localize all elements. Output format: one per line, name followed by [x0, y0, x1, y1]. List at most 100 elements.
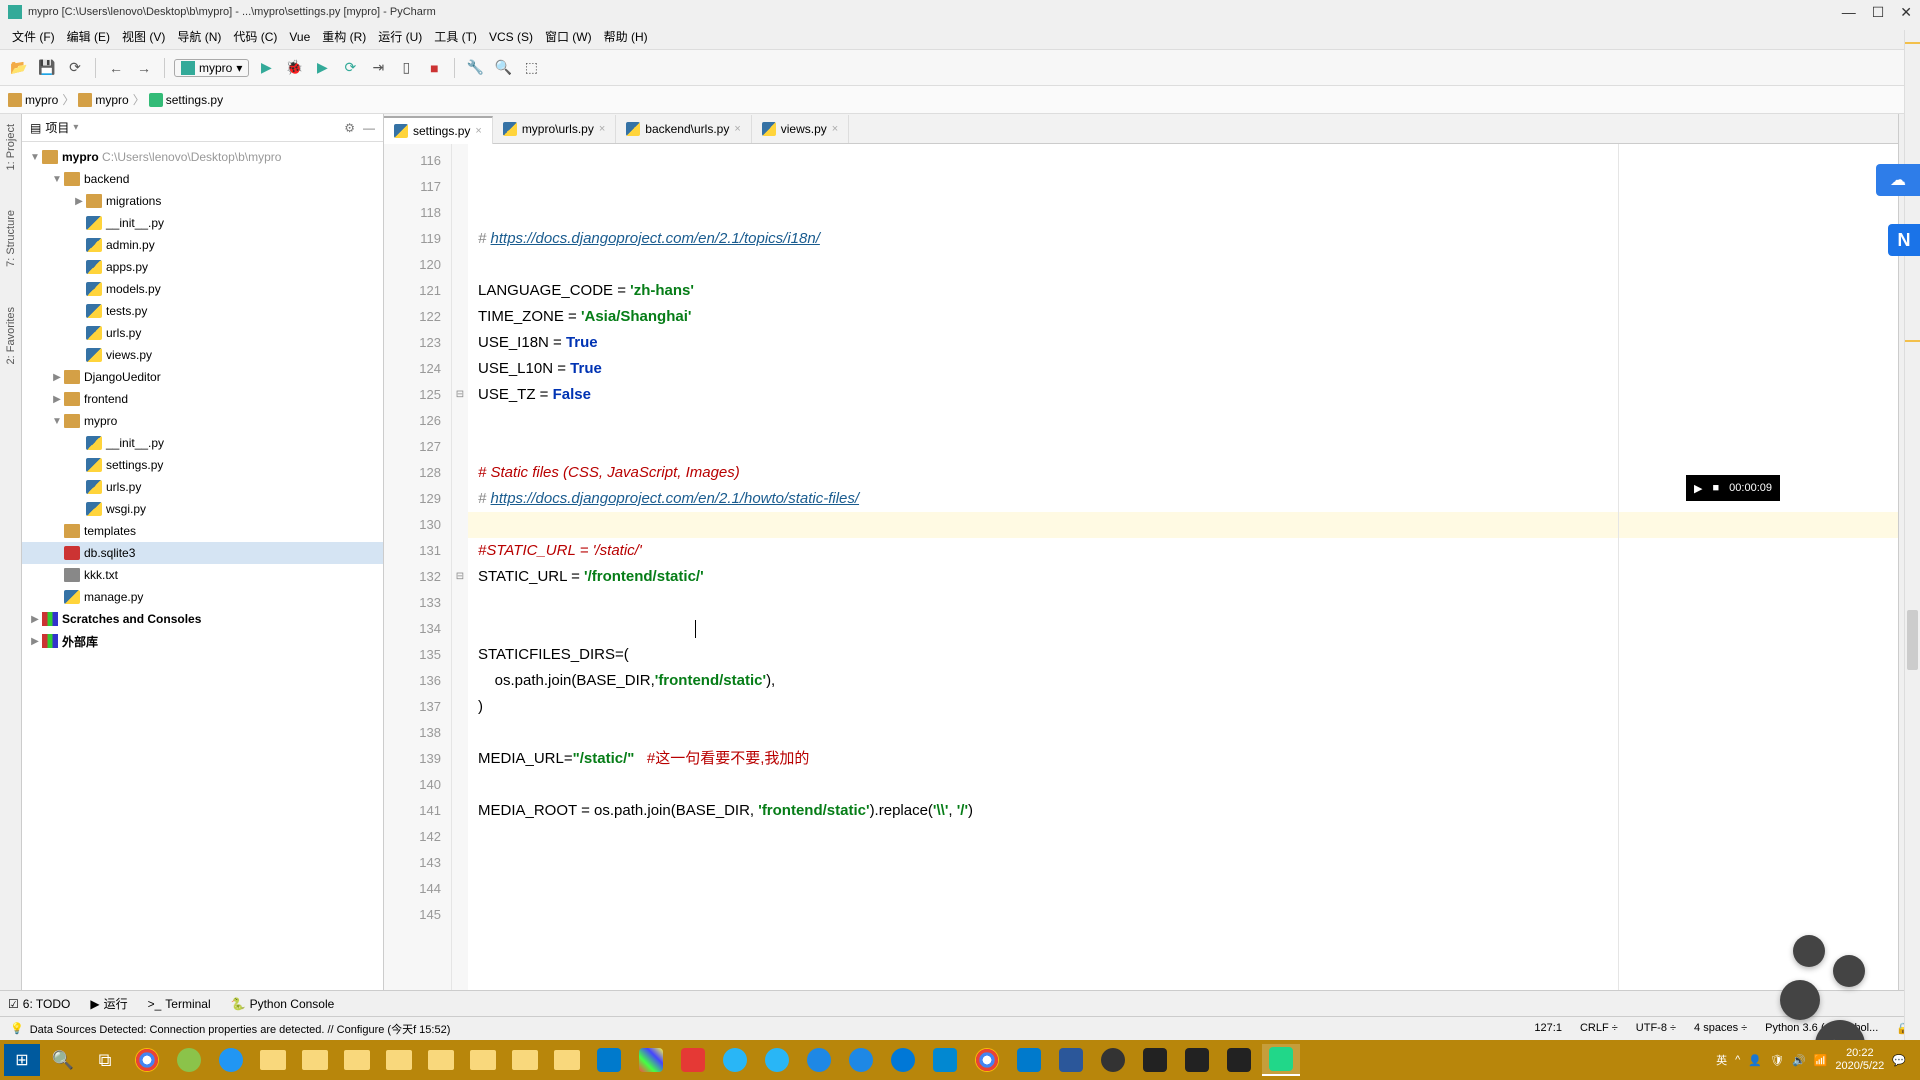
tree-arrow-icon[interactable]: ▶	[72, 196, 86, 207]
minimize-button[interactable]: —	[1842, 4, 1856, 21]
code-line[interactable]: os.path.join(BASE_DIR,'frontend/static')…	[478, 668, 1898, 694]
code-line[interactable]: STATIC_URL = '/frontend/static/'	[478, 564, 1898, 590]
stop-icon[interactable]: ■	[1713, 482, 1720, 494]
vscode-icon[interactable]	[590, 1044, 628, 1076]
app-icon[interactable]	[170, 1044, 208, 1076]
breadcrumb-item[interactable]: settings.py	[149, 93, 223, 107]
breadcrumb-item[interactable]: mypro	[78, 93, 128, 107]
tree-item[interactable]: settings.py	[22, 454, 383, 476]
code-line[interactable]	[478, 902, 1898, 928]
code-line[interactable]: # https://docs.djangoproject.com/en/2.1/…	[478, 226, 1898, 252]
stop-icon[interactable]: ■	[423, 57, 445, 79]
code-line[interactable]	[478, 772, 1898, 798]
close-button[interactable]: ✕	[1900, 4, 1912, 21]
tree-item[interactable]: ▶frontend	[22, 388, 383, 410]
folder-icon[interactable]	[464, 1044, 502, 1076]
cloud-badge-icon[interactable]: ☁	[1876, 164, 1920, 196]
folder-icon[interactable]	[422, 1044, 460, 1076]
code-line[interactable]: )	[478, 694, 1898, 720]
app-icon[interactable]	[632, 1044, 670, 1076]
editor-tab[interactable]: settings.py×	[384, 116, 493, 144]
tree-item[interactable]: db.sqlite3	[22, 542, 383, 564]
tree-item[interactable]: ▼mypro	[22, 410, 383, 432]
menu-item[interactable]: 文件 (F)	[8, 26, 59, 47]
editor-tab[interactable]: views.py×	[752, 115, 849, 143]
search-icon[interactable]: 🔍	[492, 57, 514, 79]
tree-item[interactable]: urls.py	[22, 322, 383, 344]
folder-icon[interactable]	[548, 1044, 586, 1076]
menu-item[interactable]: 工具 (T)	[430, 26, 481, 47]
code-line[interactable]: USE_L10N = True	[478, 356, 1898, 382]
run-config-selector[interactable]: mypro ▾	[174, 59, 249, 77]
code-line[interactable]	[478, 876, 1898, 902]
project-panel-header[interactable]: ▤ 项目 ▾ ⚙ —	[22, 114, 383, 142]
tray-security-icon[interactable]: 🛡	[1770, 1054, 1784, 1067]
search-button[interactable]: 🔍	[44, 1044, 82, 1076]
edge-icon[interactable]	[884, 1044, 922, 1076]
toolwindow-tab[interactable]: 2: Favorites	[5, 307, 17, 364]
code-content[interactable]: # https://docs.djangoproject.com/en/2.1/…	[468, 144, 1898, 990]
wrench-icon[interactable]: 🔧	[464, 57, 486, 79]
tree-item[interactable]: ▼backend	[22, 168, 383, 190]
forward-icon[interactable]: →	[133, 57, 155, 79]
code-line[interactable]: STATICFILES_DIRS=(	[478, 642, 1898, 668]
chrome-icon[interactable]	[968, 1044, 1006, 1076]
tray-network-icon[interactable]: 🔊	[1792, 1054, 1806, 1067]
tree-item[interactable]: templates	[22, 520, 383, 542]
app-icon[interactable]	[674, 1044, 712, 1076]
bottom-tool-tab[interactable]: ☑6: TODO	[8, 997, 70, 1011]
terminal-icon[interactable]	[1136, 1044, 1174, 1076]
code-line[interactable]	[478, 954, 1898, 980]
folder-icon[interactable]	[506, 1044, 544, 1076]
profile-icon[interactable]: ⟳	[339, 57, 361, 79]
status-field[interactable]: UTF-8 ÷	[1636, 1022, 1676, 1035]
tree-arrow-icon[interactable]: ▼	[50, 416, 64, 427]
n-badge-icon[interactable]: N	[1888, 224, 1920, 256]
gear-icon[interactable]: ⚙	[344, 121, 355, 135]
code-line[interactable]: MEDIA_URL="/static/" #这一句看要不要,我加的	[478, 746, 1898, 772]
folder-icon[interactable]	[254, 1044, 292, 1076]
status-message[interactable]: Data Sources Detected: Connection proper…	[30, 1021, 451, 1037]
start-button[interactable]: ⊞	[4, 1044, 40, 1076]
open-icon[interactable]: 📂	[8, 57, 30, 79]
tree-item[interactable]: ▶Scratches and Consoles	[22, 608, 383, 630]
tray-clock[interactable]: 20:22 2020/5/22	[1835, 1047, 1884, 1073]
editor-tab[interactable]: backend\urls.py×	[616, 115, 751, 143]
menu-item[interactable]: 帮助 (H)	[600, 26, 652, 47]
close-tab-icon[interactable]: ×	[475, 125, 481, 137]
menu-item[interactable]: VCS (S)	[485, 28, 537, 46]
assist-button-1[interactable]	[1793, 935, 1825, 967]
app-icon[interactable]	[212, 1044, 250, 1076]
tree-arrow-icon[interactable]: ▼	[28, 152, 42, 163]
tree-item[interactable]: admin.py	[22, 234, 383, 256]
bottom-tool-tab[interactable]: 🐍Python Console	[231, 997, 335, 1011]
terminal-icon[interactable]	[1220, 1044, 1258, 1076]
menu-item[interactable]: 运行 (U)	[374, 26, 426, 47]
tree-item[interactable]: ▶migrations	[22, 190, 383, 212]
tree-item[interactable]: ▶DjangoUeditor	[22, 366, 383, 388]
tree-arrow-icon[interactable]: ▶	[28, 614, 42, 625]
menu-item[interactable]: 导航 (N)	[173, 26, 225, 47]
folder-icon[interactable]	[296, 1044, 334, 1076]
code-line[interactable]	[478, 850, 1898, 876]
tree-item[interactable]: ▼mypro C:\Users\lenovo\Desktop\b\mypro	[22, 146, 383, 168]
bottom-tool-tab[interactable]: >_Terminal	[148, 997, 211, 1011]
tree-item[interactable]: __init__.py	[22, 212, 383, 234]
tree-arrow-icon[interactable]: ▶	[28, 636, 42, 647]
folder-icon[interactable]	[380, 1044, 418, 1076]
close-tab-icon[interactable]: ×	[599, 123, 605, 135]
status-field[interactable]: CRLF ÷	[1580, 1022, 1618, 1035]
menu-item[interactable]: 代码 (C)	[229, 26, 281, 47]
tree-item[interactable]: models.py	[22, 278, 383, 300]
attach-icon[interactable]: ⇥	[367, 57, 389, 79]
code-line[interactable]: #STATIC_URL = '/static/'	[478, 538, 1898, 564]
code-line[interactable]: # https://docs.djangoproject.com/en/2.1/…	[478, 486, 1898, 512]
menu-item[interactable]: 视图 (V)	[118, 26, 169, 47]
device-icon[interactable]: ▯	[395, 57, 417, 79]
tree-item[interactable]: views.py	[22, 344, 383, 366]
run-icon[interactable]: ▶	[255, 57, 277, 79]
tree-item[interactable]: __init__.py	[22, 432, 383, 454]
code-line[interactable]: TIME_ZONE = 'Asia/Shanghai'	[478, 304, 1898, 330]
taskview-button[interactable]: ⧉	[86, 1044, 124, 1076]
tree-arrow-icon[interactable]: ▶	[50, 394, 64, 405]
